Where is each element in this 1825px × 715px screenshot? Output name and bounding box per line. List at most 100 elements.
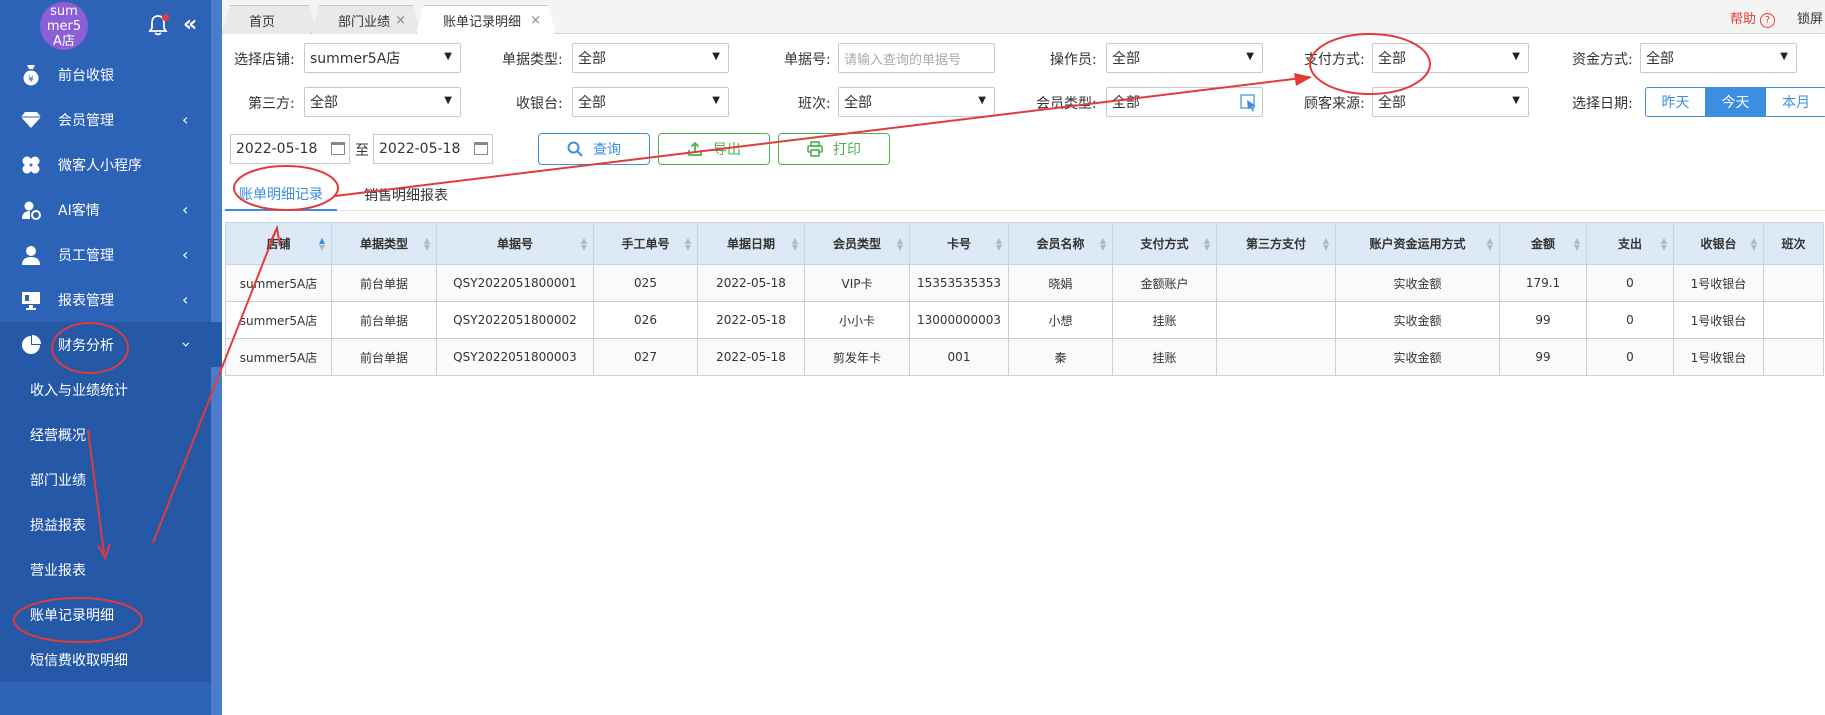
pay-method-label: 支付方式: (1304, 52, 1365, 68)
column-header[interactable]: 班次 (1763, 222, 1824, 265)
sort-icon[interactable]: ▲ ▼ (1661, 237, 1667, 252)
column-header[interactable]: 会员名称 ▲ ▼ (1008, 222, 1113, 265)
calendar-icon[interactable] (474, 142, 488, 155)
doc-type-select[interactable]: 全部 ▼ (572, 43, 729, 73)
source-select[interactable]: 全部 ▼ (1372, 87, 1529, 117)
table-cell: 2022-05-18 (697, 301, 805, 339)
svg-text:¥: ¥ (28, 75, 34, 85)
column-header[interactable]: 单据日期 ▲ ▼ (697, 222, 805, 265)
store-avatar[interactable]: summer5A店 (40, 2, 88, 50)
sort-icon[interactable]: ▲ ▼ (685, 237, 691, 252)
sort-icon[interactable]: ▲ ▼ (1204, 237, 1210, 252)
sidebar-item-ai[interactable]: AI客情 ‹ (0, 187, 222, 232)
column-header[interactable]: 支付方式 ▲ ▼ (1112, 222, 1217, 265)
caret-down-icon: ▼ (712, 95, 720, 106)
column-header[interactable]: 账户资金运用方式 ▲ ▼ (1335, 222, 1500, 265)
sort-icon[interactable]: ▲ ▼ (1751, 237, 1757, 252)
export-button[interactable]: 导出 (658, 133, 770, 165)
member-type-select[interactable]: 全部 (1106, 87, 1263, 117)
column-header[interactable]: 单据号 ▲ ▼ (436, 222, 594, 265)
column-header[interactable]: 第三方支付 ▲ ▼ (1216, 222, 1336, 265)
tab-bill-records[interactable]: 账单明细记录 (225, 179, 337, 211)
cashier-select[interactable]: 全部 ▼ (572, 87, 729, 117)
print-button[interactable]: 打印 (778, 133, 890, 165)
table-cell: 2022-05-18 (697, 338, 805, 376)
collapse-sidebar-icon[interactable]: « (183, 12, 197, 37)
third-select[interactable]: 全部 ▼ (304, 87, 461, 117)
sidebar-item-reports[interactable]: 报表管理 ‹ (0, 277, 222, 322)
column-header[interactable]: 单据类型 ▲ ▼ (331, 222, 437, 265)
table-cell: 实收金额 (1335, 264, 1500, 302)
lock-screen-button[interactable]: 锁屏 (1797, 8, 1823, 27)
date-from-input[interactable]: 2022-05-18 (230, 134, 350, 164)
table-row[interactable]: summer5A店 前台单据 QSY2022051800002 026 2022-05-… (225, 301, 1824, 339)
sort-icon[interactable]: ▲ ▼ (319, 237, 325, 252)
close-icon[interactable]: × (530, 13, 541, 28)
doc-no-input[interactable]: 请输入查询的单据号 (838, 43, 995, 73)
column-header-label: 单据日期 (726, 237, 775, 251)
sort-icon[interactable]: ▲ ▼ (1100, 237, 1106, 252)
tab-department[interactable]: 部门业绩 × (311, 5, 421, 34)
submenu-item-bill-detail[interactable]: 账单记录明细 (0, 592, 222, 637)
date-option-month[interactable]: 本月 (1766, 88, 1825, 116)
sort-icon[interactable]: ▲ ▼ (1574, 237, 1580, 252)
column-header-label: 班次 (1781, 237, 1806, 251)
sort-icon[interactable]: ▲ ▼ (792, 237, 798, 252)
date-to-input[interactable]: 2022-05-18 (373, 134, 493, 164)
sort-icon[interactable]: ▲ ▼ (1323, 237, 1329, 252)
tab-bill-detail[interactable]: 账单记录明细 × (416, 5, 556, 34)
tab-home[interactable]: 首页 (222, 5, 317, 34)
date-option-yesterday[interactable]: 昨天 (1646, 88, 1706, 116)
table-row[interactable]: summer5A店 前台单据 QSY2022051800001 025 2022-05-… (225, 264, 1824, 302)
store-select[interactable]: summer5A店 ▼ (304, 43, 461, 73)
submenu-item[interactable]: 损益报表 (0, 502, 222, 547)
table-cell: 前台单据 (331, 301, 437, 339)
table-cell: 0 (1586, 264, 1674, 302)
caret-down-icon: ▼ (1780, 51, 1788, 62)
sort-icon[interactable]: ▲ ▼ (996, 237, 1002, 252)
sort-icon[interactable]: ▲ ▼ (424, 237, 430, 252)
sidebar-item-finance[interactable]: 财务分析 ‹ (0, 322, 222, 367)
submenu-item[interactable]: 营业报表 (0, 547, 222, 592)
table-cell: 实收金额 (1335, 301, 1500, 339)
sidebar: summer5A店 « ¥ 前台收银 会员管理 ‹ 微客人小程序 AI客情 ‹ … (0, 0, 222, 715)
sidebar-item-miniprogram[interactable]: 微客人小程序 (0, 142, 222, 187)
calendar-icon[interactable] (331, 142, 345, 155)
column-header[interactable]: 支出 ▲ ▼ (1586, 222, 1674, 265)
column-header[interactable]: 卡号 ▲ ▼ (909, 222, 1009, 265)
fund-method-label: 资金方式: (1572, 52, 1633, 68)
help-link[interactable]: 帮助? (1730, 8, 1776, 28)
query-button[interactable]: 查询 (538, 133, 650, 165)
sort-icon[interactable]: ▲ ▼ (1487, 237, 1493, 252)
sidebar-item-label: 财务分析 (58, 337, 114, 354)
date-option-today[interactable]: 今天 (1706, 88, 1766, 116)
sort-icon[interactable]: ▲ ▼ (897, 237, 903, 252)
shift-select[interactable]: 全部 ▼ (838, 87, 995, 117)
column-header-label: 单据类型 (359, 237, 408, 251)
sidebar-item-staff[interactable]: 员工管理 ‹ (0, 232, 222, 277)
table-row[interactable]: summer5A店 前台单据 QSY2022051800003 027 2022-05-… (225, 338, 1824, 376)
sidebar-header: summer5A店 « (0, 0, 222, 52)
table-cell: 025 (593, 264, 698, 302)
column-header[interactable]: 店铺 ▲ ▼ (225, 222, 332, 265)
submenu-item[interactable]: 部门业绩 (0, 457, 222, 502)
pay-method-select[interactable]: 全部 ▼ (1372, 43, 1529, 73)
sidebar-item-members[interactable]: 会员管理 ‹ (0, 97, 222, 142)
submenu-item[interactable]: 经营概况 (0, 412, 222, 457)
chevron-down-icon: ‹ (175, 341, 195, 348)
sort-icon[interactable]: ▲ ▼ (581, 237, 587, 252)
column-header[interactable]: 手工单号 ▲ ▼ (593, 222, 698, 265)
close-icon[interactable]: × (395, 13, 406, 28)
submenu-item[interactable]: 收入与业绩统计 (0, 367, 222, 412)
submenu-item[interactable]: 短信费收取明细 (0, 637, 222, 682)
operator-select[interactable]: 全部 ▼ (1106, 43, 1263, 73)
tab-sales-report[interactable]: 销售明细报表 (350, 179, 462, 211)
fund-method-select[interactable]: 全部 ▼ (1640, 43, 1797, 73)
table-cell: summer5A店 (225, 264, 332, 302)
column-header[interactable]: 收银台 ▲ ▼ (1673, 222, 1764, 265)
sidebar-item-cashier[interactable]: ¥ 前台收银 (0, 52, 222, 97)
column-header[interactable]: 金额 ▲ ▼ (1499, 222, 1587, 265)
tab-label: 账单记录明细 (443, 14, 522, 30)
table-cell: 小想 (1008, 301, 1113, 339)
column-header[interactable]: 会员类型 ▲ ▼ (804, 222, 910, 265)
